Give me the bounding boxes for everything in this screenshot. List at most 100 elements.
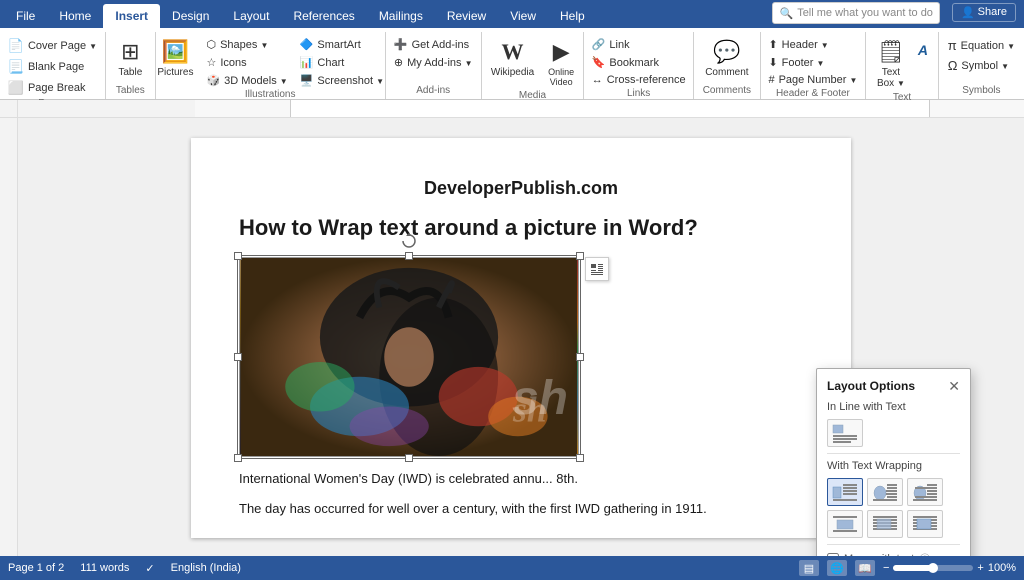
cover-page-icon: 📄 (8, 38, 24, 54)
search-placeholder: Tell me what you want to do (797, 7, 933, 19)
document-area[interactable]: DeveloperPublish.com How to Wrap text ar… (18, 118, 1024, 556)
smartart-button[interactable]: 🔷 SmartArt (295, 36, 389, 53)
link-icon: 🔗 (592, 38, 606, 51)
read-mode-button[interactable]: 📖 (855, 560, 875, 576)
zoom-level: 100% (988, 562, 1016, 574)
wrap-option-behind[interactable] (867, 510, 903, 538)
screenshot-icon: 🖥️ (300, 74, 314, 87)
rotate-handle[interactable] (401, 233, 417, 249)
wordart-button[interactable]: A (913, 40, 933, 60)
wordart-icon: A (918, 42, 928, 58)
symbol-button[interactable]: Ω Symbol ▼ (943, 56, 1020, 75)
shapes-icon: ⬡ (206, 38, 216, 51)
word-count: 111 words (80, 562, 129, 574)
move-with-text-checkbox[interactable] (827, 553, 839, 556)
my-addins-button[interactable]: ⊕ My Add-ins ▼ (389, 54, 478, 71)
textbox-icon: 🗒 (877, 39, 905, 65)
zoom-in-button[interactable]: + (977, 562, 983, 574)
smartart-icon: 🔷 (300, 38, 314, 51)
tab-help[interactable]: Help (548, 4, 597, 28)
blank-page-button[interactable]: 📃 Blank Page (3, 57, 102, 77)
zoom-slider[interactable] (893, 565, 973, 571)
image-container[interactable]: sh (239, 257, 579, 457)
wrap-option-infront[interactable] (907, 510, 943, 538)
table-button[interactable]: ⊞ Table (112, 36, 148, 81)
online-video-button[interactable]: ▶ OnlineVideo (542, 36, 580, 90)
layout-options-panel: Layout Options ✕ In Line with Text (816, 368, 971, 556)
equation-button[interactable]: π Equation ▼ (943, 36, 1020, 55)
icons-button[interactable]: ☆ Icons (201, 54, 292, 71)
online-video-icon: ▶ (553, 39, 570, 65)
wrap-option-inline[interactable] (827, 419, 863, 447)
wrap-option-tight[interactable] (867, 478, 903, 506)
move-with-text-row: Move with text ⓘ (827, 551, 960, 556)
comment-button[interactable]: 💬 Comment (699, 36, 754, 81)
wrap-option-top-bottom[interactable] (827, 510, 863, 538)
ribbon-group-links: 🔗 Link 🔖 Bookmark ↔ Cross-reference Link… (584, 32, 694, 99)
document-image[interactable]: sh (239, 257, 579, 457)
tab-view[interactable]: View (498, 4, 548, 28)
wrap-option-square[interactable] (827, 478, 863, 506)
tab-mailings[interactable]: Mailings (367, 4, 435, 28)
icons-icon: ☆ (206, 56, 216, 69)
layout-options-button[interactable] (585, 257, 609, 281)
zoom-slider-thumb[interactable] (928, 563, 938, 573)
header-button[interactable]: ⬆ Header ▼ (763, 36, 862, 53)
wikipedia-button[interactable]: W Wikipedia (485, 36, 540, 81)
status-bar-right: ▤ 🌐 📖 − + 100% (799, 560, 1016, 576)
ribbon-tab-bar: File Home Insert Design Layout Reference… (0, 0, 1024, 28)
chart-icon: 📊 (300, 56, 314, 69)
vertical-ruler (0, 118, 18, 556)
status-bar: Page 1 of 2 111 words ✓ English (India) … (0, 556, 1024, 580)
cross-reference-button[interactable]: ↔ Cross-reference (587, 72, 691, 88)
tab-file[interactable]: File (4, 4, 47, 28)
document-page: DeveloperPublish.com How to Wrap text ar… (191, 138, 851, 538)
footer-button[interactable]: ⬇ Footer ▼ (763, 54, 862, 71)
shapes-button[interactable]: ⬡ Shapes ▼ (201, 36, 292, 53)
site-title: DeveloperPublish.com (239, 178, 803, 199)
panel-divider (827, 453, 960, 454)
pictures-icon: 🖼️ (162, 39, 189, 65)
tab-home[interactable]: Home (47, 4, 103, 28)
move-with-text-info-icon: ⓘ (919, 551, 930, 556)
zoom-out-button[interactable]: − (883, 562, 889, 574)
tell-me-search[interactable]: 🔍 Tell me what you want to do (772, 2, 939, 24)
panel-divider-2 (827, 544, 960, 545)
3d-models-icon: 🎲 (206, 74, 220, 87)
move-with-text-label: Move with text (844, 553, 914, 556)
panel-close-button[interactable]: ✕ (948, 379, 960, 393)
inline-section-label: In Line with Text (827, 401, 960, 413)
cover-page-button[interactable]: 📄 Cover Page ▼ (3, 36, 102, 56)
get-addins-button[interactable]: ➕ Get Add-ins (389, 36, 478, 53)
page-break-button[interactable]: ⬜ Page Break (3, 78, 102, 98)
chart-button[interactable]: 📊 Chart (295, 54, 389, 71)
tab-references[interactable]: References (281, 4, 366, 28)
table-icon: ⊞ (121, 39, 139, 65)
ribbon-group-comments: 💬 Comment Comments (694, 32, 761, 99)
textbox-button[interactable]: 🗒 TextBox ▼ (871, 36, 911, 92)
screenshot-button[interactable]: 🖥️ Screenshot ▼ (295, 72, 389, 89)
tab-review[interactable]: Review (435, 4, 498, 28)
ribbon-group-symbols: π Equation ▼ Ω Symbol ▼ Symbols (939, 32, 1024, 99)
link-button[interactable]: 🔗 Link (587, 36, 691, 53)
svg-text:sh: sh (512, 389, 547, 429)
3d-models-button[interactable]: 🎲 3D Models ▼ (201, 72, 292, 89)
page-number-button[interactable]: # Page Number ▼ (763, 72, 862, 88)
wrap-option-through[interactable] (907, 478, 943, 506)
share-button[interactable]: 👤 Share (952, 3, 1016, 22)
tab-insert[interactable]: Insert (103, 4, 160, 28)
cross-reference-icon: ↔ (592, 74, 603, 86)
header-icon: ⬆ (768, 38, 777, 51)
search-icon: 🔍 (779, 7, 793, 20)
inline-options-row (827, 419, 960, 447)
paragraph-2: The day has occurred for well over a cen… (239, 499, 803, 519)
wikipedia-icon: W (501, 39, 523, 65)
print-layout-button[interactable]: ▤ (799, 560, 819, 576)
pictures-button[interactable]: 🖼️ Pictures (151, 36, 199, 81)
web-layout-button[interactable]: 🌐 (827, 560, 847, 576)
bookmark-button[interactable]: 🔖 Bookmark (587, 54, 691, 71)
zoom-controls: − + 100% (883, 562, 1016, 574)
ribbon: File Home Insert Design Layout Reference… (0, 0, 1024, 100)
tab-design[interactable]: Design (160, 4, 221, 28)
tab-layout[interactable]: Layout (221, 4, 281, 28)
